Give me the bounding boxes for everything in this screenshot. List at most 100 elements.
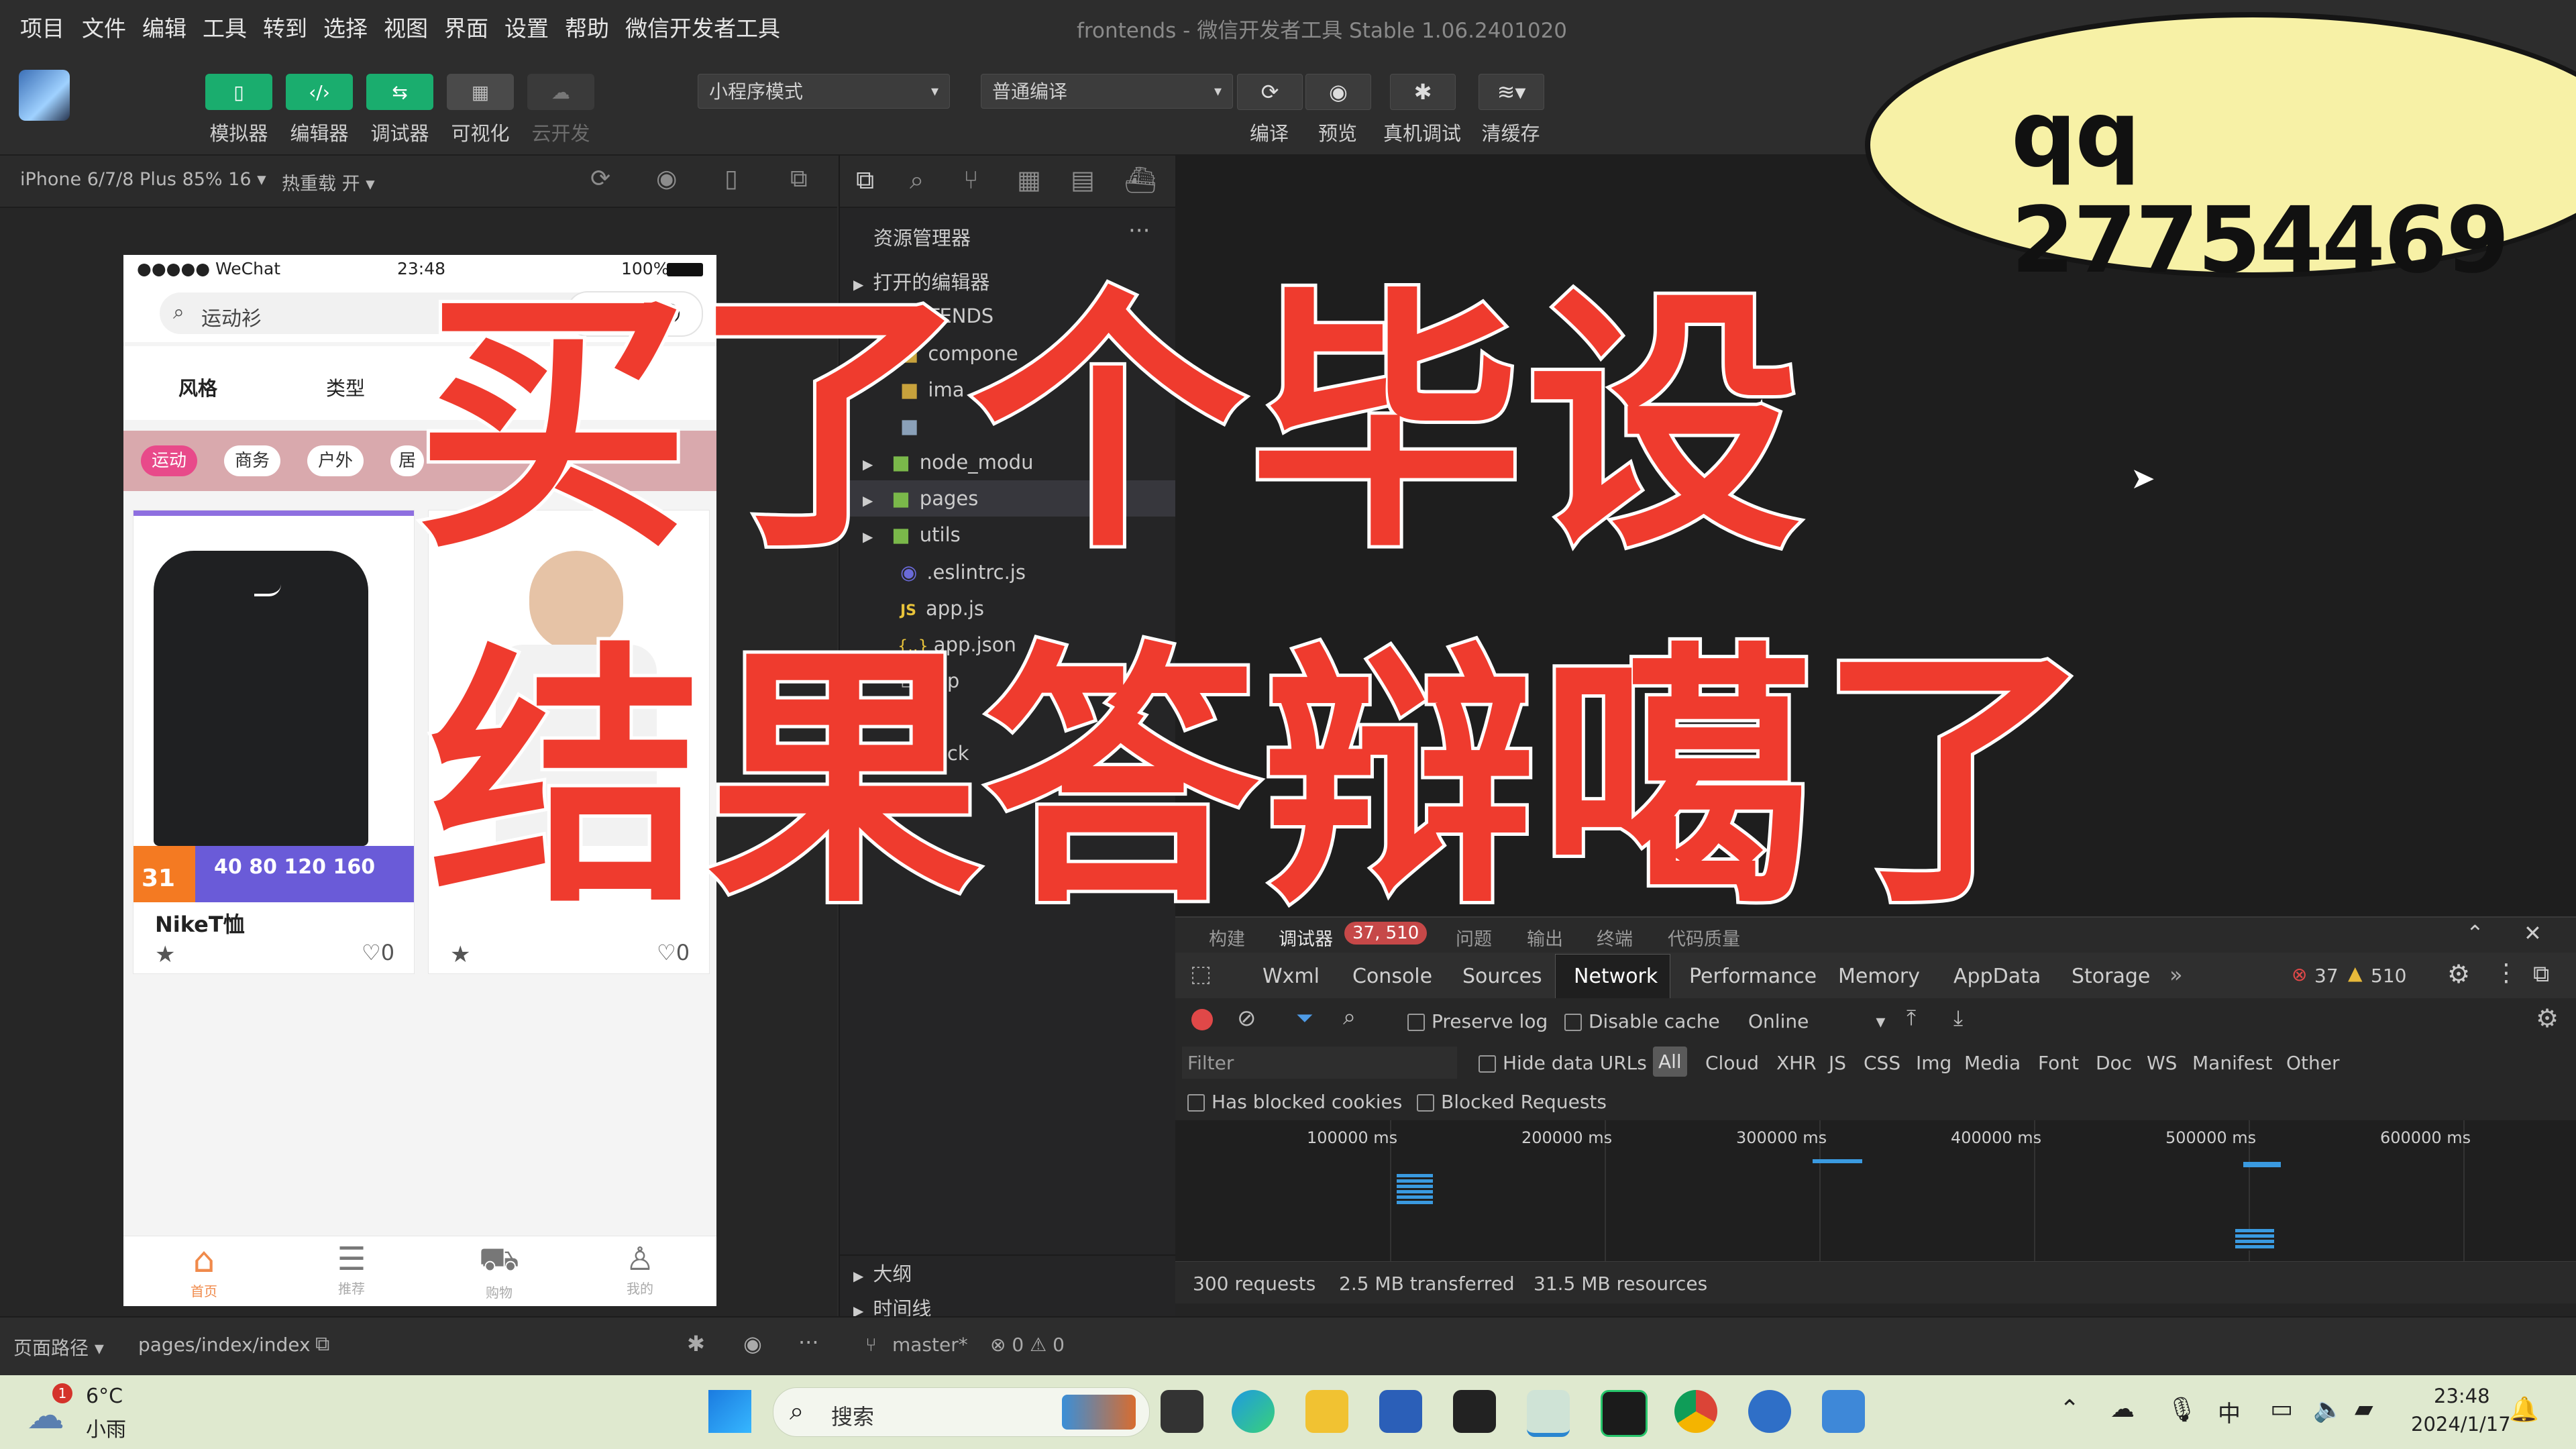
battery-icon[interactable]: ▰ [2355,1395,2373,1423]
app-icon[interactable] [1453,1390,1496,1433]
menu-tools[interactable]: 工具 [203,11,247,43]
panel-icon[interactable]: ▤ [1071,165,1095,195]
tab-console[interactable]: Console [1352,965,1432,988]
tab-performance[interactable]: Performance [1689,965,1817,988]
device-icon[interactable]: ▯ [724,165,738,193]
type-filter-media[interactable]: Media [1964,1052,2021,1074]
tab-memory[interactable]: Memory [1838,965,1920,988]
kebab-icon[interactable]: ⋮ [2494,959,2518,987]
error-count[interactable]: 37 [2314,965,2339,987]
blocked-requests-checkbox[interactable]: Blocked Requests [1417,1091,1607,1113]
type-filter-ws[interactable]: WS [2147,1052,2177,1074]
type-filter-manifest[interactable]: Manifest [2192,1052,2273,1074]
git-icon[interactable]: ⑂ [963,165,979,195]
cloud-sync-icon[interactable]: ☁ [2110,1395,2135,1423]
tag-business[interactable]: 商务 [224,445,280,476]
copy-icon[interactable]: ⧉ [315,1332,329,1356]
settings-icon[interactable]: ⚙ [2447,959,2470,989]
page-path[interactable]: pages/index/index [138,1334,311,1356]
record-icon[interactable]: ◉ [656,165,677,193]
settings-icon[interactable]: ⚙ [2536,1004,2559,1033]
avatar[interactable] [19,70,70,121]
tab-storage[interactable]: Storage [2072,965,2150,988]
has-blocked-cookies-checkbox[interactable]: Has blocked cookies [1187,1091,1402,1113]
type-filter-cloud[interactable]: Cloud [1705,1052,1759,1074]
warning-count[interactable]: 510 [2371,965,2406,987]
docker-icon[interactable]: ⛴ [1124,165,1157,195]
tab-type[interactable]: 类型 [326,373,365,401]
type-filter-doc[interactable]: Doc [2096,1052,2132,1074]
mode-select[interactable]: 小程序模式 ▾ [698,74,950,109]
page-path-select[interactable]: 页面路径 ▾ [13,1334,104,1360]
hot-reload-toggle[interactable]: 热重载 开 ▾ [282,169,375,195]
menu-select[interactable]: 选择 [323,11,368,43]
ime-indicator[interactable]: 中 [2218,1395,2241,1428]
menu-file[interactable]: 文件 [82,11,126,43]
extensions-icon[interactable]: ▦ [1017,165,1041,195]
product-card[interactable]: 31 40 80 120 160 NikeT恤 ★ ♡0 [133,510,415,974]
notepad-icon[interactable] [1822,1390,1865,1433]
chrome-icon[interactable] [1674,1390,1717,1433]
editor-button[interactable]: ‹/› [286,74,353,110]
tab-wxml[interactable]: Wxml [1263,965,1320,988]
store-icon[interactable] [1379,1390,1422,1433]
debugger-button[interactable]: ⇆ [366,74,433,110]
inspect-icon[interactable]: ⬚ [1190,961,1212,987]
task-view-icon[interactable] [1161,1390,1203,1433]
menu-project[interactable]: 项目 [20,11,64,43]
hide-data-urls-checkbox[interactable]: Hide data URLs [1479,1052,1647,1074]
tab-mine[interactable]: ♙ 我的 [606,1240,674,1297]
menu-help[interactable]: 帮助 [565,11,609,43]
taskbar-search[interactable]: ⌕ 搜索 [773,1387,1150,1437]
cloud-button[interactable]: ☁ [527,74,594,110]
dock-icon[interactable]: ⧉ [2533,961,2549,987]
file-explorer-icon[interactable] [1305,1390,1348,1433]
tab-recommend[interactable]: ☰ 推荐 [318,1240,385,1297]
chevron-up-icon[interactable]: ⌃ [2466,920,2484,946]
remote-debug-button[interactable]: ✱ [1390,74,1456,110]
tab-network[interactable]: Network [1574,965,1658,988]
menu-settings[interactable]: 设置 [504,11,549,43]
menu-interface[interactable]: 界面 [444,11,488,43]
microphone-icon[interactable]: 🎙 [2167,1395,2198,1424]
tab-cart[interactable]: ⛟ 购物 [466,1240,533,1301]
rotate-icon[interactable]: ⟳ [590,165,610,193]
more-tabs-icon[interactable]: » [2169,962,2183,987]
compile-select[interactable]: 普通编译 ▾ [981,74,1233,109]
type-filter-img[interactable]: Img [1916,1052,1951,1074]
clear-icon[interactable]: ⊘ [1237,1005,1256,1032]
git-branch[interactable]: master* [892,1334,968,1356]
files-icon[interactable]: ⧉ [856,165,874,195]
type-filter-font[interactable]: Font [2038,1052,2079,1074]
tag-outdoor[interactable]: 户外 [307,445,364,476]
close-icon[interactable]: ✕ [2524,920,2542,946]
menu-edit[interactable]: 编辑 [142,11,186,43]
upload-icon[interactable]: ⤒ [1907,1005,1916,1031]
volume-icon[interactable]: 🔈 [2313,1395,2343,1424]
bug-icon[interactable]: ✱ [687,1331,705,1356]
tab-home[interactable]: ⌂ 首页 [170,1240,237,1300]
clock-time[interactable]: 23:48 [2434,1385,2490,1407]
filter-icon[interactable]: ⏷ [1296,1005,1313,1031]
tab-appdata[interactable]: AppData [1953,965,2041,988]
device-select[interactable]: iPhone 6/7/8 Plus 85% 16 ▾ [20,169,266,190]
type-filter-other[interactable]: Other [2286,1052,2340,1074]
record-icon[interactable] [1191,1009,1213,1030]
compile-button[interactable]: ⟳ [1237,74,1303,110]
visual-button[interactable]: ▦ [447,74,514,110]
menu-view[interactable]: 视图 [384,11,428,43]
windows-start-icon[interactable] [708,1390,751,1433]
menu-goto[interactable]: 转到 [263,11,307,43]
more-icon[interactable]: ··· [798,1330,819,1355]
heart-icon[interactable]: ♡0 [362,940,394,965]
menu-wechat-devtools[interactable]: 微信开发者工具 [625,11,780,43]
type-filter-js[interactable]: JS [1829,1052,1846,1074]
type-filter-css[interactable]: CSS [1864,1052,1900,1074]
preserve-log-checkbox[interactable]: Preserve log [1407,1010,1548,1032]
heart-icon[interactable]: ♡0 [657,940,690,965]
notification-icon[interactable]: 🔔 [2509,1395,2539,1424]
popout-icon[interactable]: ⧉ [790,165,808,193]
tab-style[interactable]: 风格 [178,373,217,401]
section-outline[interactable]: ▶ 大纲 [840,1254,1175,1292]
type-filter-all[interactable]: All [1653,1046,1687,1077]
